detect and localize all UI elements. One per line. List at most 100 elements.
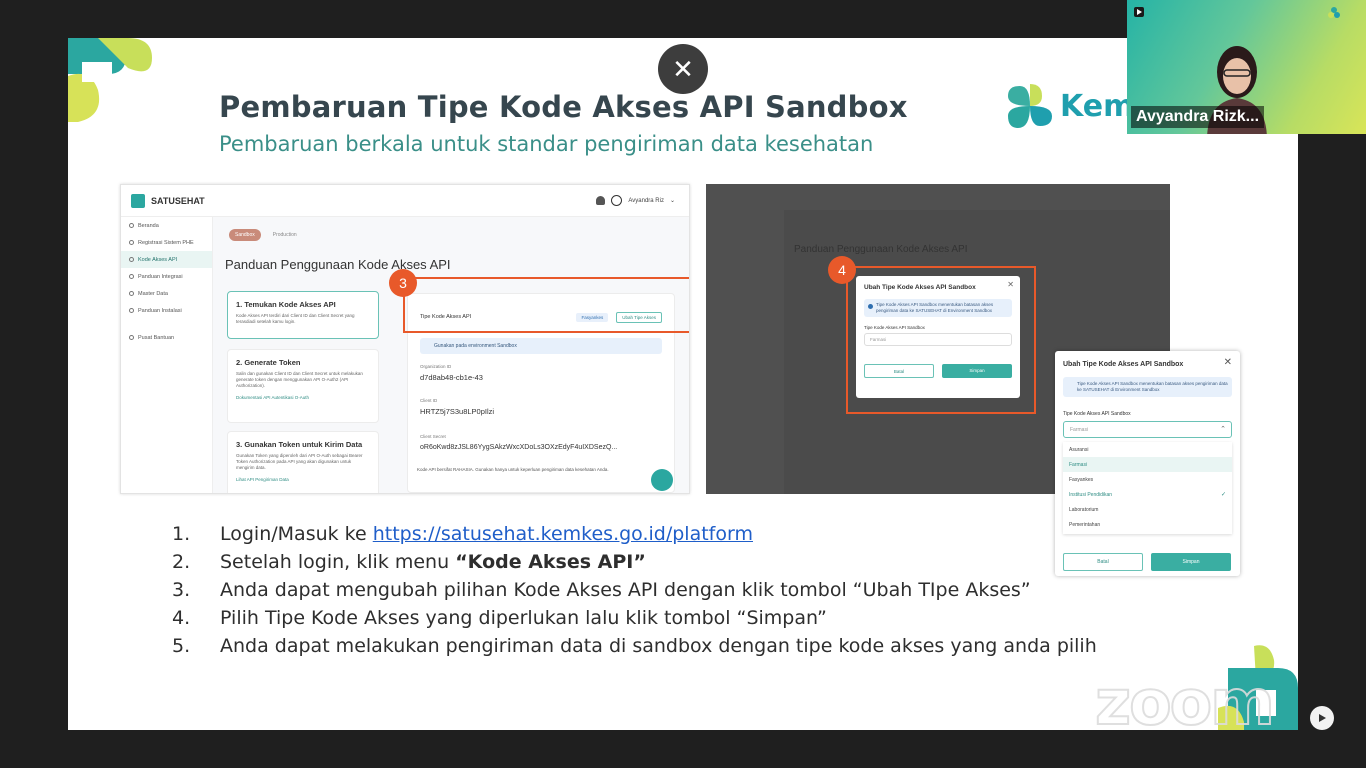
slide-subtitle: Pembaruan berkala untuk standar pengirim… <box>219 132 874 156</box>
play-icon <box>1310 706 1334 730</box>
tab-production: Production <box>272 232 297 238</box>
gear-icon <box>129 240 134 245</box>
modal-save-button: Simpan <box>942 364 1012 378</box>
sandbox-info-banner: Gunakan pada environment Sandbox <box>420 338 662 354</box>
access-type-dropdown: Asuransi Farmasi Fasyankes Institusi Pen… <box>1063 442 1232 534</box>
card-title: 3. Gunakan Token untuk Kirim Data <box>236 440 363 449</box>
sidebar-label: Kode Akses API <box>138 256 178 263</box>
sidebar-item-beranda: Beranda <box>121 217 212 234</box>
card-link: Lihat API Pengiriman Data <box>236 477 289 482</box>
card-desc: Salin dan gunakan Client ID dan Client S… <box>236 371 363 388</box>
dimmed-heading: Panduan Penggunaan Kode Akses API <box>794 244 968 255</box>
user-name: Avyandra Riz <box>628 197 664 204</box>
kemkes-logo: Kem <box>1006 82 1134 130</box>
dropdown-option: Fasyankes <box>1069 476 1094 483</box>
org-id-value: d7d8ab48-cb1e-43 <box>420 373 483 382</box>
decorative-leaf-icon <box>68 38 152 122</box>
close-share-button[interactable]: ✕ <box>658 44 708 94</box>
hand-cursor-icon <box>651 469 673 491</box>
step-number: 2. <box>172 551 191 573</box>
modal-field-label: Tipe Kode Akses API Sandbox <box>1063 411 1131 417</box>
card-desc: Kode Akses API terdiri dari Client ID da… <box>236 313 355 324</box>
modal-info: Tipe Kode Akses API Sandbox menentukan b… <box>864 299 1012 317</box>
guide-card: 2. Generate Token Salin dan gunakan Clie… <box>227 349 379 423</box>
sidebar-item-master-data: Master Data <box>121 285 212 302</box>
digital-transformation-logo-icon <box>1134 7 1144 17</box>
participant-name: Avyandra Rizk... <box>1131 106 1265 128</box>
video-logo-left <box>1133 6 1145 19</box>
env-tabs: Sandbox Production <box>229 229 303 241</box>
step-badge-3: 3 <box>389 269 417 297</box>
check-icon: ✓ <box>1220 492 1226 498</box>
sidebar-item-panduan-integrasi: Panduan Integrasi <box>121 268 212 285</box>
step-item: 5. Anda dapat melakukan pengiriman data … <box>172 632 1122 660</box>
brand-text: Kem <box>1060 88 1135 124</box>
modal-title: Ubah Tipe Kode Akses API Sandbox <box>864 284 976 291</box>
chevron-up-icon: ⌃ <box>1220 426 1226 433</box>
kemkes-leaf-icon <box>1328 7 1340 18</box>
app-screenshot-light: SATUSEHAT Avyandra Riz ⌄ Beranda Registr… <box>120 184 690 494</box>
step-item: 3. Anda dapat mengubah pilihan Kode Akse… <box>172 576 1122 604</box>
database-icon <box>129 291 134 296</box>
modal-save-button: Simpan <box>1151 553 1231 571</box>
dropdown-option: Asuransi <box>1069 446 1089 453</box>
slide-title: Pembaruan Tipe Kode Akses API Sandbox <box>219 90 908 124</box>
card-link: Dokumentasi API Autentikasi O-Auth <box>236 395 310 400</box>
step-text: Anda dapat mengubah pilihan Kode Akses A… <box>220 579 1031 601</box>
highlight-box-3 <box>403 277 689 333</box>
modal-field-label: Tipe Kode Akses API Sandbox <box>864 325 925 330</box>
document-icon <box>129 274 134 279</box>
menu-name: “Kode Akses API” <box>455 551 646 573</box>
chevron-down-icon: ⌄ <box>669 198 675 204</box>
app-sidebar: Beranda Registrasi Sistem PHE Kode Akses… <box>121 217 213 493</box>
org-id-label: Organization ID <box>420 364 452 369</box>
client-id-value: HRTZ5j7S3u8LP0pIlzi <box>420 407 495 416</box>
card-title: 1. Temukan Kode Akses API <box>236 300 336 309</box>
dropdown-option: Pemerintahan <box>1069 521 1101 528</box>
user-menu: Avyandra Riz ⌄ <box>596 195 675 206</box>
sidebar-item-panduan-instalasi: Panduan Instalasi <box>121 302 212 319</box>
modal-select: Farmasi <box>864 333 1012 346</box>
tab-sandbox: Sandbox <box>229 229 261 241</box>
step-badge-4: 4 <box>828 256 856 284</box>
change-type-modal-small: Ubah Tipe Kode Akses API Sandbox ✕ Tipe … <box>856 276 1020 398</box>
step-number: 5. <box>172 635 191 657</box>
guide-card: 1. Temukan Kode Akses API Kode Akses API… <box>227 291 379 339</box>
sidebar-item-kode-akses: Kode Akses API <box>121 251 212 268</box>
user-avatar-icon <box>611 195 623 206</box>
satusehat-logo: SATUSEHAT <box>131 193 205 208</box>
secret-warning-text: Kode API bersifat RAHASIA. Gunakan hanya… <box>417 467 609 472</box>
satusehat-icon <box>131 193 145 208</box>
close-icon: ✕ <box>1223 357 1232 368</box>
modal-cancel-button: Batal <box>864 364 934 378</box>
client-id-label: Client ID <box>420 398 438 403</box>
step-text: Login/Masuk ke https://satusehat.kemkes.… <box>220 520 1122 548</box>
participant-video-tile[interactable]: Avyandra Rizk... <box>1127 0 1366 134</box>
change-type-modal-large: Ubah Tipe Kode Akses API Sandbox ✕ Tipe … <box>1055 351 1240 576</box>
modal-cancel-button: Batal <box>1063 553 1143 571</box>
sidebar-label: Panduan Instalasi <box>138 307 182 314</box>
sidebar-item-registrasi: Registrasi Sistem PHE <box>121 234 212 251</box>
close-icon: ✕ <box>672 53 694 84</box>
client-secret-label: Client Secret <box>420 434 446 439</box>
step-text-pre: Setelah login, klik menu <box>220 551 456 573</box>
platform-link[interactable]: https://satusehat.kemkes.go.id/platform <box>373 523 753 545</box>
help-icon <box>129 335 134 340</box>
kemkes-leaf-icon <box>1008 84 1052 128</box>
dimmed-sidebar <box>706 210 784 494</box>
document-icon <box>129 308 134 313</box>
client-secret-value: oR6oKwd8zJSL86YygSAkzWxcXDoLs3OXzEdyF4uI… <box>420 444 618 451</box>
close-icon: ✕ <box>1007 280 1014 289</box>
step-item: 1. Login/Masuk ke https://satusehat.kemk… <box>172 520 1122 548</box>
step-text-pre: Login/Masuk ke <box>220 523 373 545</box>
dropdown-option: Laboratorium <box>1069 506 1099 513</box>
dimmed-topbar <box>706 184 1170 210</box>
modal-title: Ubah Tipe Kode Akses API Sandbox <box>1063 361 1184 368</box>
step-item: 4. Pilih Tipe Kode Akses yang diperlukan… <box>172 604 1122 632</box>
card-desc: Gunakan Token yang diperoleh dari API O-… <box>236 453 363 470</box>
step-text: Pilih Tipe Kode Akses yang diperlukan la… <box>220 607 827 629</box>
sidebar-label: Pusat Bantuan <box>138 334 175 341</box>
step-number: 1. <box>172 523 191 545</box>
dropdown-option: Institusi Pendidikan ✓ <box>1063 487 1232 502</box>
video-logo-right <box>1327 6 1341 21</box>
